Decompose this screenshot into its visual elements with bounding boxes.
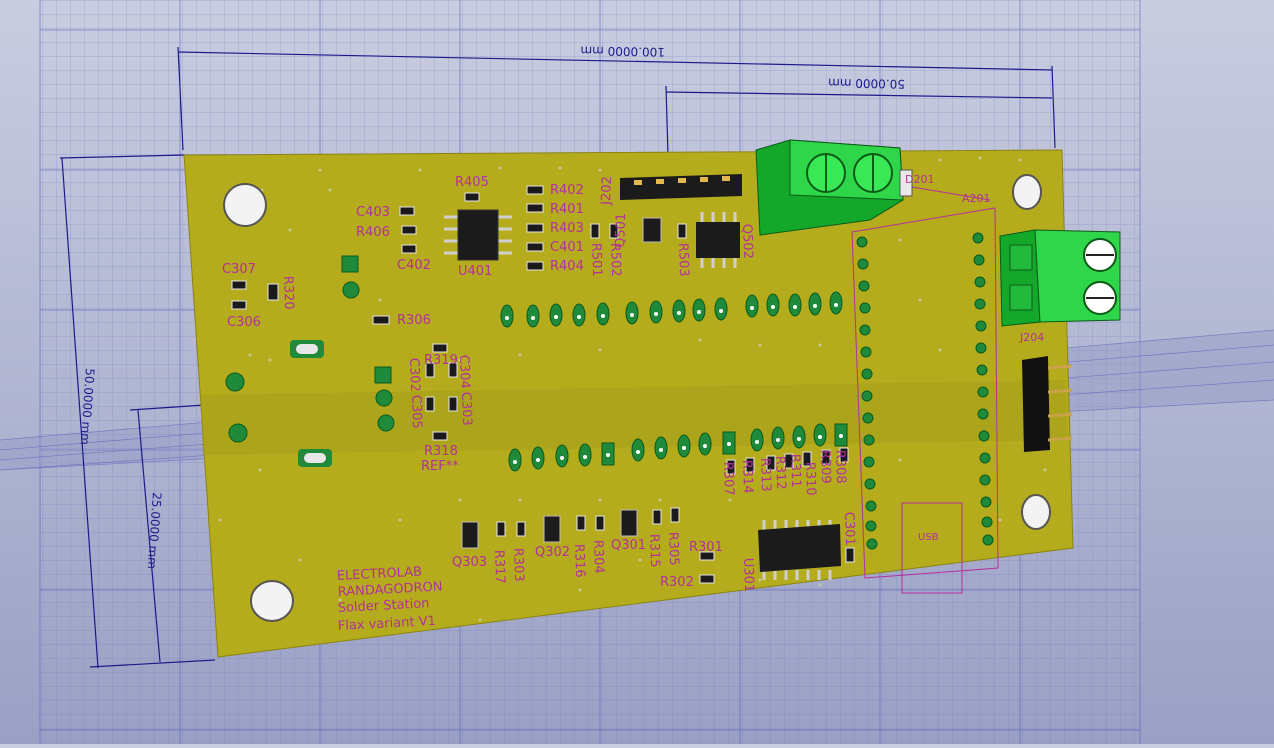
ref-r316: R316 <box>571 544 587 578</box>
ref-r319: R319 <box>424 353 458 368</box>
ref-r311: R311 <box>787 454 803 488</box>
ref-r315: R315 <box>646 534 662 568</box>
ref-r404: R404 <box>550 259 584 274</box>
ref-u401: U401 <box>458 264 492 279</box>
ref-r501: R501 <box>588 243 604 277</box>
terminal-block-j203 <box>999 229 1121 327</box>
ref-r502: R502 <box>607 243 623 277</box>
3d-viewer-viewport[interactable]: 100.0000 mm 50.0000 mm 50.0000 mm 25.000… <box>0 0 1274 744</box>
ref-c302: C302 <box>406 358 422 392</box>
ref-r405: R405 <box>455 175 489 190</box>
ref-c301: C301 <box>841 512 857 546</box>
ref-r310: R310 <box>802 462 818 496</box>
ref-r406: R406 <box>356 225 390 240</box>
header-j202 <box>620 174 742 200</box>
ref-r301: R301 <box>689 540 723 555</box>
3d-scene: 100.0000 mm 50.0000 mm 50.0000 mm 25.000… <box>0 0 1274 744</box>
ref-j202: J202 <box>599 176 615 206</box>
ref-r302: R302 <box>660 575 694 590</box>
ref-c304: C304 <box>456 355 472 389</box>
ref-q502: Q502 <box>739 224 755 260</box>
mounting-hole-bl <box>250 580 294 622</box>
dimension-label-half-width: 50.0000 mm <box>828 76 905 91</box>
ref-d201: D201 <box>905 173 934 186</box>
ref-q303: Q303 <box>452 555 487 570</box>
ref-r503: R503 <box>675 243 691 277</box>
ref-c303: C303 <box>458 392 474 426</box>
ref-u301: U301 <box>740 558 756 593</box>
ref-c401: C401 <box>550 240 584 255</box>
ref-c402: C402 <box>397 258 431 273</box>
ref-ref: REF** <box>421 459 459 474</box>
ref-r403: R403 <box>550 221 584 236</box>
ref-r307: R307 <box>720 462 736 496</box>
ref-r401: R401 <box>550 202 584 217</box>
ref-r314: R314 <box>739 460 755 494</box>
ref-r308: R308 <box>832 450 848 484</box>
ref-r309: R309 <box>817 450 833 484</box>
ref-r317: R317 <box>491 550 507 584</box>
ref-c307: C307 <box>222 262 256 277</box>
mounting-hole-tl <box>223 183 267 227</box>
ref-usb: USB <box>918 532 939 543</box>
mounting-hole-tr <box>1012 174 1042 210</box>
ref-r304: R304 <box>590 540 606 574</box>
ref-r320: R320 <box>280 276 296 310</box>
mounting-hole-br <box>1021 494 1051 530</box>
ref-q301: Q301 <box>611 538 646 553</box>
dimension-label-width: 100.0000 mm <box>580 44 665 59</box>
ref-r306: R306 <box>397 313 431 328</box>
ref-r313: R313 <box>757 458 773 492</box>
ref-r305: R305 <box>665 532 681 566</box>
ref-c403: C403 <box>356 205 390 220</box>
ref-r303: R303 <box>510 548 526 582</box>
ref-q302: Q302 <box>535 545 570 560</box>
ref-r312: R312 <box>772 456 788 490</box>
ref-r402: R402 <box>550 183 584 198</box>
ref-c305: C305 <box>408 395 424 429</box>
ref-c306: C306 <box>227 315 261 330</box>
ref-j204: J204 <box>1019 331 1044 344</box>
ref-r318: R318 <box>424 444 458 459</box>
ref-a201: A201 <box>962 192 991 205</box>
